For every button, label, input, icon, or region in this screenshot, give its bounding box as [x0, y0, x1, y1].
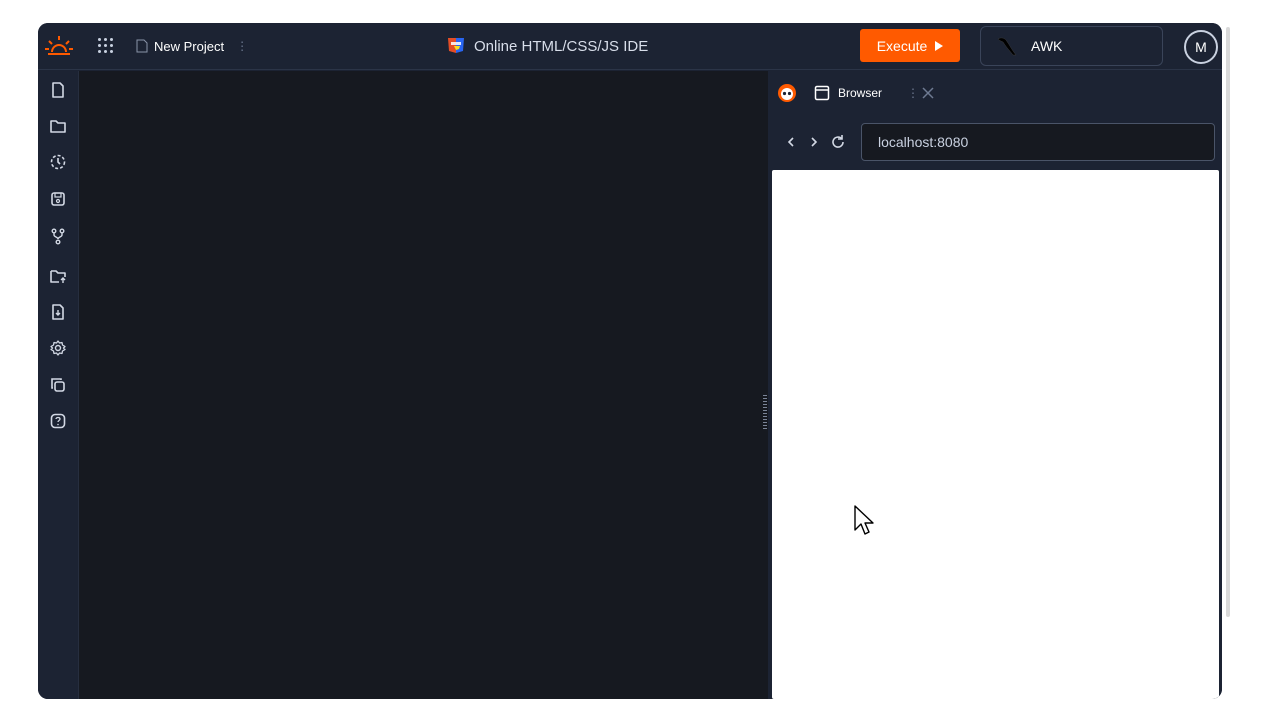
top-bar: New Project ⋮ Online HTML/CSS/JS IDE Exe… [38, 23, 1222, 70]
help-icon[interactable] [49, 412, 67, 430]
folder-upload-icon[interactable] [49, 267, 67, 285]
panel-resize-handle[interactable] [763, 395, 767, 429]
tab-menu-icon[interactable]: ⋮ [907, 86, 919, 100]
grid-icon[interactable] [94, 36, 118, 56]
file-icon [136, 39, 148, 53]
page-scrollbar[interactable] [1226, 27, 1230, 617]
browser-preview-panel: Browser ⋮ [768, 71, 1222, 699]
browser-nav-bar [768, 121, 1222, 163]
settings-icon[interactable] [49, 339, 67, 357]
save-icon[interactable] [49, 190, 67, 208]
browser-window-icon [814, 85, 830, 101]
download-file-icon[interactable] [49, 303, 67, 321]
execute-button[interactable]: Execute [860, 29, 960, 62]
execute-label: Execute [876, 37, 928, 54]
language-selector[interactable]: AWK [980, 26, 1163, 66]
tab-browser[interactable]: Browser ⋮ [808, 77, 948, 109]
chevron-left-icon[interactable] [782, 133, 800, 151]
preview-tab-bar: Browser ⋮ [768, 71, 1222, 115]
code-editor[interactable] [79, 71, 768, 699]
sun-logo-icon[interactable] [44, 32, 74, 60]
ide-window: New Project ⋮ Online HTML/CSS/JS IDE Exe… [38, 23, 1222, 699]
avatar[interactable]: M [1184, 30, 1218, 64]
project-menu-icon[interactable]: ⋮ [236, 39, 248, 53]
project-name: New Project [154, 38, 225, 54]
tab-label: Browser [838, 86, 883, 100]
page-title: Online HTML/CSS/JS IDE [446, 35, 648, 57]
title-text: Online HTML/CSS/JS IDE [474, 37, 649, 55]
copy-icon[interactable] [49, 376, 67, 394]
language-label: AWK [1031, 38, 1063, 54]
chevron-right-icon[interactable] [805, 133, 823, 151]
mouse-cursor-icon [854, 505, 874, 535]
play-icon [935, 40, 944, 51]
bug-face-icon[interactable] [777, 83, 797, 103]
folder-icon[interactable] [49, 117, 67, 135]
new-file-icon[interactable] [49, 81, 67, 99]
html-css-logo-icon [448, 38, 464, 53]
git-branch-icon[interactable] [49, 227, 67, 245]
url-input[interactable] [861, 123, 1215, 161]
project-selector[interactable]: New Project ⋮ [136, 36, 248, 56]
avatar-initial: M [1195, 39, 1207, 55]
history-icon[interactable] [49, 153, 67, 171]
reload-icon[interactable] [829, 133, 847, 151]
awk-bird-icon [997, 37, 1017, 56]
preview-viewport[interactable] [772, 170, 1219, 699]
sidebar [38, 71, 79, 699]
close-icon[interactable] [920, 85, 936, 101]
